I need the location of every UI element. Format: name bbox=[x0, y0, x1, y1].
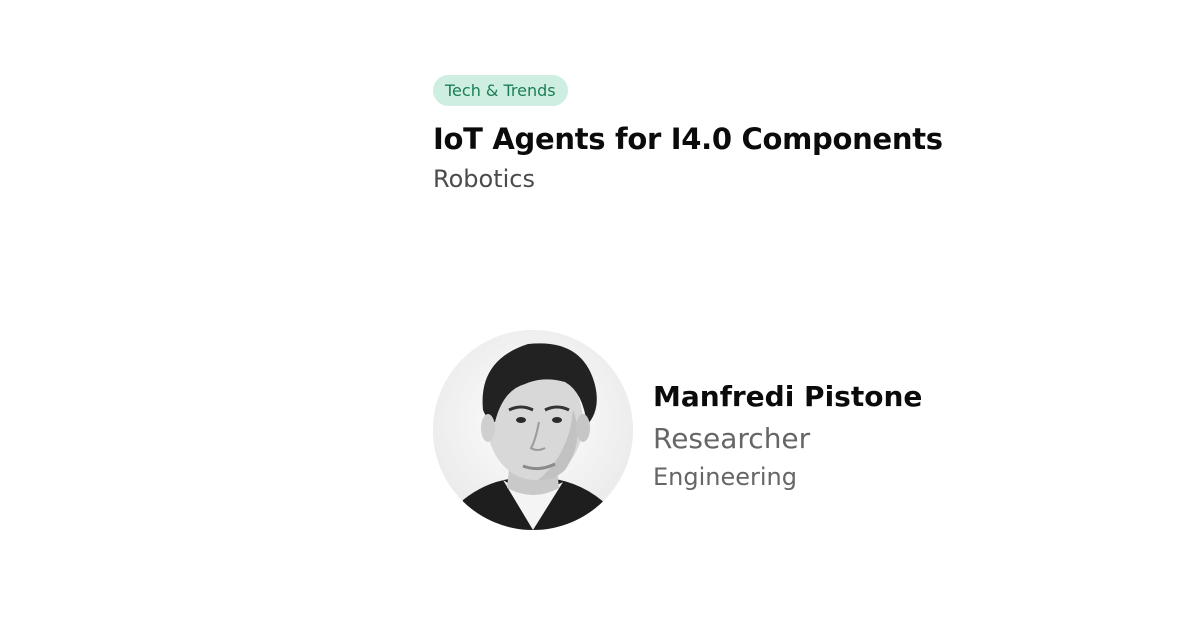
author-department: Engineering bbox=[653, 463, 797, 491]
author-info: Manfredi Pistone Researcher Engineering bbox=[653, 368, 922, 492]
person-photo-icon bbox=[433, 330, 633, 530]
category-tag[interactable]: Tech & Trends bbox=[433, 75, 568, 106]
author-name: Manfredi Pistone bbox=[653, 380, 923, 413]
article-category: Robotics bbox=[433, 165, 535, 193]
author-card: Manfredi Pistone Researcher Engineering bbox=[433, 330, 922, 530]
author-role: Researcher bbox=[653, 422, 811, 455]
avatar bbox=[433, 330, 633, 530]
article-title: IoT Agents for I4.0 Components bbox=[433, 122, 943, 156]
article-header: Tech & Trends IoT Agents for I4.0 Compon… bbox=[433, 75, 943, 194]
